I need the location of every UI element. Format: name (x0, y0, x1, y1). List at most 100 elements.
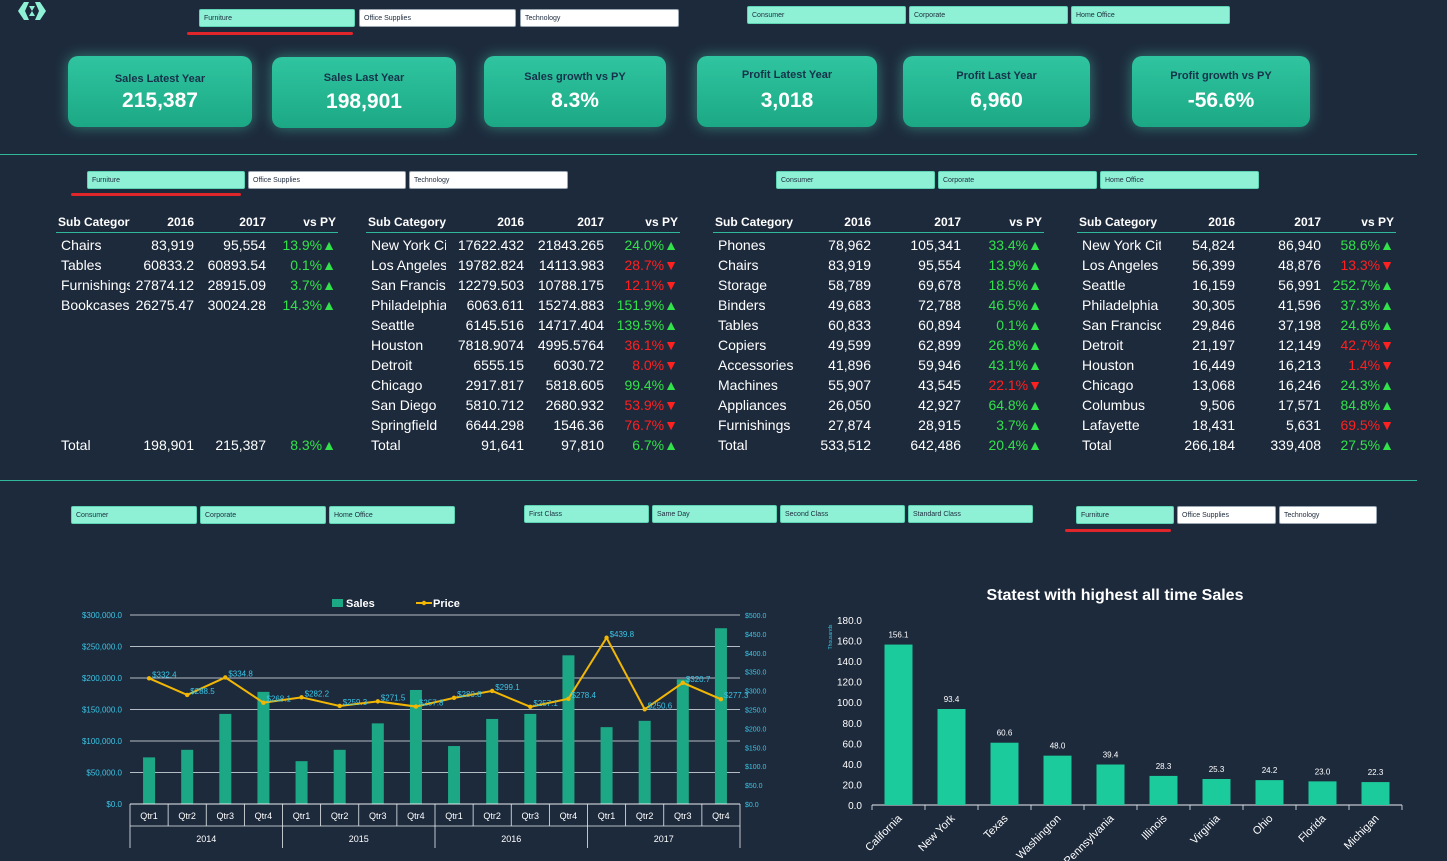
up-arrow-icon: ▲ (664, 317, 678, 333)
state-bar (1149, 775, 1178, 805)
legend-price-marker (421, 600, 427, 606)
mid-slicer-corporate[interactable]: Corporate (938, 171, 1097, 189)
table-header: 2017 (196, 212, 268, 233)
vs-py-cell: 24.0%▲ (606, 233, 680, 256)
quarter-tick-label: Qtr2 (636, 811, 654, 821)
table-total-row: Total 266,184 339,408 27.5%▲ (1077, 435, 1396, 455)
quarter-tick-label: Qtr3 (369, 811, 387, 821)
vs-py-value: 26.8% (988, 337, 1029, 353)
mid-slicer-furniture[interactable]: Furniture (87, 171, 245, 189)
down-arrow-icon: ▼ (664, 417, 678, 433)
table-row: Tables 60,833 60,894 0.1%▲ (713, 315, 1044, 335)
value-cell: 16,213 (1278, 357, 1321, 373)
bottom-slicer-standard-class[interactable]: Standard Class (908, 505, 1033, 523)
value-cell: 95,554 (918, 257, 961, 273)
value-cell: 5,631 (1285, 417, 1321, 433)
value-cell: 72,788 (918, 297, 961, 313)
bottom-slicer-technology[interactable]: Technology (1279, 506, 1377, 524)
table-row: Appliances 26,050 42,927 64.8%▲ (713, 395, 1044, 415)
bottom-slicer-office-supplies[interactable]: Office Supplies (1177, 506, 1276, 524)
top-slicer-technology[interactable]: Technology (520, 9, 679, 27)
price-data-label: $250.6 (648, 701, 673, 710)
top-slicer-home-office[interactable]: Home Office (1071, 6, 1230, 24)
quarter-tick-label: Qtr4 (560, 811, 578, 821)
bottom-slicer-furniture[interactable]: Furniture (1076, 506, 1174, 524)
bottom-slicer-first-class[interactable]: First Class (524, 505, 649, 523)
vs-py-cell: 252.7%▲ (1323, 275, 1396, 295)
mid-slicer-consumer[interactable]: Consumer (776, 171, 935, 189)
top-slicer-consumer[interactable]: Consumer (747, 6, 906, 24)
top-slicer-corporate[interactable]: Corporate (909, 6, 1068, 24)
left-axis-tick: $250,000.0 (82, 643, 123, 652)
row-label: New York City (1082, 237, 1161, 253)
table-total-row: Total 533,512 642,486 20.4%▲ (713, 435, 1044, 455)
table-header: 2016 (446, 212, 526, 233)
kpi-title: Profit Latest Year (741, 69, 833, 81)
bottom-slicer-consumer[interactable]: Consumer (71, 506, 197, 524)
up-arrow-icon: ▲ (664, 297, 678, 313)
state-value-label: 28.3 (1156, 762, 1172, 771)
spacer-cell (56, 395, 338, 415)
state-bar (1202, 778, 1231, 805)
value-cell: 13,068 (1192, 377, 1235, 393)
table-header: 2016 (130, 212, 196, 233)
vs-py-cell: 76.7%▼ (606, 415, 680, 435)
state-value-label: 23.0 (1315, 767, 1331, 776)
table-row: Phones 78,962 105,341 33.4%▲ (713, 233, 1044, 256)
up-arrow-icon: ▲ (1028, 237, 1042, 253)
top-slicer-office-supplies[interactable]: Office Supplies (359, 9, 516, 27)
vs-py-cell: 8.0%▼ (606, 355, 680, 375)
y-axis-tick: 0.0 (848, 801, 862, 812)
up-arrow-icon: ▲ (664, 437, 678, 453)
price-data-label: $299.1 (495, 683, 520, 692)
table-row: Lafayette 18,431 5,631 69.5%▼ (1077, 415, 1396, 435)
vs-py-cell: 22.1%▼ (963, 375, 1044, 395)
value-cell: 19782.824 (457, 257, 524, 273)
value-cell: 10788.175 (537, 277, 604, 293)
selection-underline (187, 32, 353, 35)
top-slicer-furniture[interactable]: Furniture (199, 9, 355, 27)
vs-py-cell: 58.6%▲ (1323, 233, 1396, 256)
vs-py-cell: 0.1%▲ (268, 255, 338, 275)
value-cell: 9,506 (1199, 397, 1235, 413)
quarter-tick-label: Qtr2 (178, 811, 196, 821)
sales-bar (638, 720, 651, 804)
table-row: Furnishings 27874.12 28915.09 3.7%▲ (56, 275, 338, 295)
table-row: Binders 49,683 72,788 46.5%▲ (713, 295, 1044, 315)
bottom-slicer-second-class[interactable]: Second Class (780, 505, 905, 523)
mid-slicer-technology[interactable]: Technology (409, 171, 568, 189)
price-point (223, 675, 228, 680)
row-label: New York City (371, 237, 446, 253)
state-bar (884, 644, 913, 805)
value-cell: 83,919 (828, 257, 871, 273)
price-data-label: $259.3 (343, 698, 368, 707)
bottom-slicer-home-office[interactable]: Home Office (329, 506, 455, 524)
down-arrow-icon: ▼ (664, 397, 678, 413)
table-row: Seattle 16,159 56,991 252.7%▲ (1077, 275, 1396, 295)
price-point (489, 688, 495, 694)
bottom-slicer-same-day[interactable]: Same Day (652, 505, 777, 523)
up-arrow-icon: ▲ (1028, 417, 1042, 433)
table-row: Chairs 83,919 95,554 13.9%▲ (713, 255, 1044, 275)
vs-py-value: 13.3% (1340, 257, 1381, 273)
mid-slicer-home-office[interactable]: Home Office (1100, 171, 1259, 189)
vs-py-cell: 33.4%▲ (963, 233, 1044, 256)
bottom-slicer-corporate[interactable]: Corporate (200, 506, 326, 524)
state-bar (1308, 781, 1337, 805)
table-row: Detroit 6555.15 6030.72 8.0%▼ (366, 355, 680, 375)
y-axis-tick: 140.0 (837, 657, 862, 668)
price-data-label: $271.5 (381, 693, 406, 702)
state-value-label: 48.0 (1050, 742, 1066, 751)
mid-slicer-office-supplies[interactable]: Office Supplies (248, 171, 406, 189)
table-row: Philadelphia 30,305 41,596 37.3%▲ (1077, 295, 1396, 315)
sales-bar (219, 713, 232, 804)
vs-py-cell: 14.3%▲ (268, 295, 338, 315)
table-row: Los Angeles 56,399 48,876 13.3%▼ (1077, 255, 1396, 275)
right-axis-tick: $100.0 (745, 764, 767, 771)
price-point (413, 704, 419, 709)
vs-py-cell: 151.9%▲ (606, 295, 680, 315)
state-value-label: 93.4 (944, 695, 960, 704)
value-cell: 49,683 (828, 297, 871, 313)
row-label: Furnishings (61, 277, 130, 293)
vs-py-cell: 26.8%▲ (963, 335, 1044, 355)
